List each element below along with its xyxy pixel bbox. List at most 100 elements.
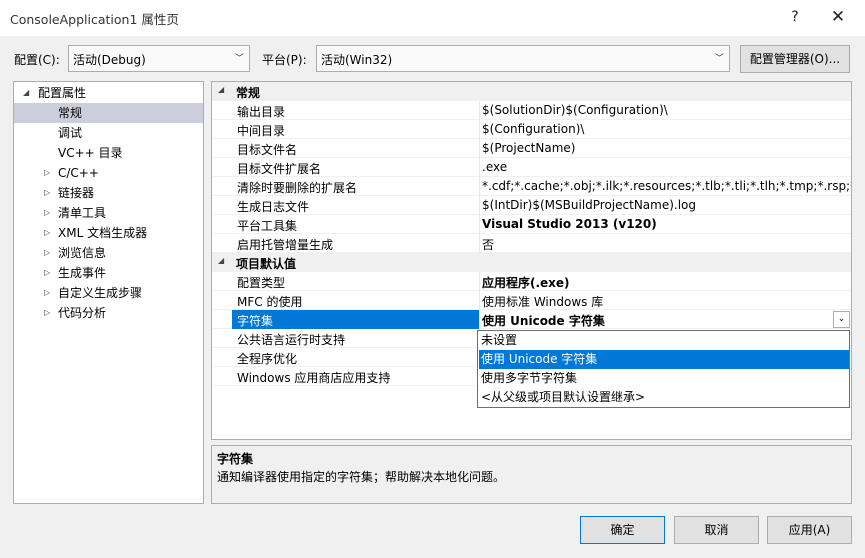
tree-root[interactable]: ◢ 配置属性	[14, 83, 203, 103]
property-value[interactable]: *.cdf;*.cache;*.obj;*.ilk;*.resources;*.…	[482, 179, 851, 193]
platform-combo[interactable]: 活动(Win32) ﹀	[316, 45, 730, 72]
cancel-button[interactable]: 取消	[674, 516, 759, 544]
column-divider	[479, 234, 480, 253]
property-row[interactable]: 中间目录 $(Configuration)\	[212, 120, 851, 139]
tree-item[interactable]: ▷ 生成事件	[14, 263, 203, 283]
property-name: 启用托管增量生成	[237, 238, 334, 252]
expanded-triangle-icon[interactable]: ◢	[218, 256, 224, 265]
column-divider	[479, 272, 480, 291]
property-row[interactable]: 平台工具集 Visual Studio 2013 (v120)	[212, 215, 851, 234]
tree-item[interactable]: ▷ 链接器	[14, 183, 203, 203]
tree-item-label: 调试	[58, 126, 83, 140]
tree-root-label: 配置属性	[38, 86, 87, 100]
tree-item-label: C/C++	[58, 166, 99, 180]
tree-item[interactable]: 调试	[14, 123, 203, 143]
config-manager-button[interactable]: 配置管理器(O)...	[740, 45, 850, 73]
category-label: 项目默认值	[236, 257, 297, 271]
property-row[interactable]: 生成日志文件 $(IntDir)$(MSBuildProjectName).log	[212, 196, 851, 215]
config-combo[interactable]: 活动(Debug) ﹀	[68, 45, 250, 72]
property-value[interactable]: 使用 Unicode 字符集	[482, 312, 605, 329]
charset-dropdown-list: 未设置 使用 Unicode 字符集 使用多字节字符集 <从父级或项目默认设置继承>	[477, 330, 850, 408]
tree-item[interactable]: ▷ 代码分析	[14, 303, 203, 323]
property-name: Windows 应用商店应用支持	[237, 371, 391, 385]
collapsed-triangle-icon[interactable]: ▷	[44, 203, 50, 223]
tree-item-label: XML 文档生成器	[58, 226, 148, 240]
property-row[interactable]: 输出目录 $(SolutionDir)$(Configuration)\	[212, 101, 851, 120]
property-value[interactable]: .exe	[482, 160, 507, 174]
property-name: 目标文件名	[237, 143, 298, 157]
property-name: MFC 的使用	[237, 295, 303, 309]
property-row[interactable]: 目标文件扩展名 .exe	[212, 158, 851, 177]
tree-item[interactable]: VC++ 目录	[14, 143, 203, 163]
property-name: 配置类型	[237, 276, 286, 290]
column-divider	[479, 215, 480, 234]
property-row[interactable]: 配置类型 应用程序(.exe)	[212, 272, 851, 291]
tree-item-label: 链接器	[58, 186, 95, 200]
tree-item[interactable]: ▷ C/C++	[14, 163, 203, 183]
property-name: 字符集	[237, 314, 274, 328]
ok-button[interactable]: 确定	[580, 516, 665, 544]
collapsed-triangle-icon[interactable]: ▷	[44, 223, 50, 243]
property-row[interactable]: 目标文件名 $(ProjectName)	[212, 139, 851, 158]
property-row[interactable]: 清除时要删除的扩展名 *.cdf;*.cache;*.obj;*.ilk;*.re…	[212, 177, 851, 196]
property-row[interactable]: 启用托管增量生成 否	[212, 234, 851, 253]
category-general[interactable]: ◢ 常规	[212, 82, 851, 101]
tree-item-label: 生成事件	[58, 266, 107, 280]
property-value[interactable]: $(Configuration)\	[482, 122, 584, 136]
property-value[interactable]: 否	[482, 236, 494, 253]
column-divider	[479, 139, 480, 158]
tree-item-label: VC++ 目录	[58, 146, 123, 160]
property-value[interactable]: Visual Studio 2013 (v120)	[482, 217, 657, 231]
collapsed-triangle-icon[interactable]: ▷	[44, 283, 50, 303]
column-divider	[479, 177, 480, 196]
tree-item-label: 浏览信息	[58, 246, 107, 260]
tree-item-label: 代码分析	[58, 306, 107, 320]
collapsed-triangle-icon[interactable]: ▷	[44, 303, 50, 323]
property-name: 目标文件扩展名	[237, 162, 322, 176]
property-row[interactable]: MFC 的使用 使用标准 Windows 库	[212, 291, 851, 310]
collapsed-triangle-icon[interactable]: ▷	[44, 243, 50, 263]
column-divider	[479, 196, 480, 215]
config-label: 配置(C):	[14, 53, 60, 67]
collapsed-triangle-icon[interactable]: ▷	[44, 263, 50, 283]
property-value[interactable]: $(IntDir)$(MSBuildProjectName).log	[482, 198, 696, 212]
close-button[interactable]: ✕	[815, 0, 861, 34]
tree-item[interactable]: ▷ 浏览信息	[14, 243, 203, 263]
expanded-triangle-icon[interactable]: ◢	[218, 85, 224, 94]
dropdown-option[interactable]: 使用 Unicode 字符集	[479, 350, 849, 369]
dropdown-option[interactable]: <从父级或项目默认设置继承>	[479, 388, 849, 407]
tree-item-label: 自定义生成步骤	[58, 286, 143, 300]
property-value[interactable]: 应用程序(.exe)	[482, 274, 570, 291]
property-value[interactable]: $(SolutionDir)$(Configuration)\	[482, 103, 668, 117]
property-value[interactable]: $(ProjectName)	[482, 141, 575, 155]
tree-item[interactable]: ▷ 清单工具	[14, 203, 203, 223]
expanded-triangle-icon[interactable]: ◢	[23, 83, 29, 103]
property-name: 平台工具集	[237, 219, 298, 233]
property-name: 输出目录	[237, 105, 286, 119]
property-name: 清除时要删除的扩展名	[237, 181, 358, 195]
window-title: ConsoleApplication1 属性页	[10, 12, 179, 27]
collapsed-triangle-icon[interactable]: ▷	[44, 163, 50, 183]
help-button[interactable]: ?	[772, 0, 818, 34]
collapsed-triangle-icon[interactable]: ▷	[44, 183, 50, 203]
tree-item[interactable]: 常规	[14, 103, 203, 123]
dropdown-option[interactable]: 未设置	[479, 331, 849, 350]
property-value[interactable]: 使用标准 Windows 库	[482, 293, 603, 310]
tree-item[interactable]: ▷ XML 文档生成器	[14, 223, 203, 243]
property-row[interactable]: 字符集 使用 Unicode 字符集 ⌄	[212, 310, 851, 329]
column-divider	[479, 120, 480, 139]
column-divider	[479, 291, 480, 310]
platform-label: 平台(P):	[262, 53, 307, 67]
property-name: 生成日志文件	[237, 200, 310, 214]
category-defaults[interactable]: ◢ 项目默认值	[212, 253, 851, 272]
tree-item-label: 清单工具	[58, 206, 107, 220]
dropdown-option[interactable]: 使用多字节字符集	[479, 369, 849, 388]
property-name: 公共语言运行时支持	[237, 333, 346, 347]
chevron-down-icon[interactable]: ⌄	[833, 311, 850, 328]
apply-button[interactable]: 应用(A)	[767, 516, 852, 544]
tree-item[interactable]: ▷ 自定义生成步骤	[14, 283, 203, 303]
description-title: 字符集	[217, 452, 254, 466]
column-divider	[479, 158, 480, 177]
tree-item-label: 常规	[58, 106, 83, 120]
property-name: 中间目录	[237, 124, 286, 138]
